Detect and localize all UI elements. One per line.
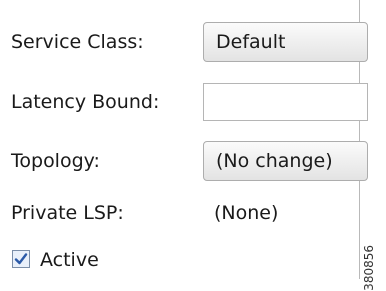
lsp-properties-panel: Service Class: Default Latency Bound: To… xyxy=(0,0,368,279)
service-class-label: Service Class: xyxy=(11,31,144,53)
active-checkbox[interactable] xyxy=(12,250,30,268)
service-class-value: Default xyxy=(216,31,286,53)
service-class-dropdown[interactable]: Default xyxy=(203,22,368,62)
private-lsp-label: Private LSP: xyxy=(11,202,124,224)
active-label: Active xyxy=(40,249,99,271)
checkmark-icon xyxy=(14,253,28,265)
topology-label: Topology: xyxy=(11,150,100,172)
topology-value: (No change) xyxy=(216,150,333,172)
latency-bound-label: Latency Bound: xyxy=(11,91,160,113)
private-lsp-value: (None) xyxy=(214,202,279,224)
topology-dropdown[interactable]: (No change) xyxy=(203,141,368,181)
latency-bound-input[interactable] xyxy=(203,83,368,121)
figure-id: 380856 xyxy=(362,245,376,291)
